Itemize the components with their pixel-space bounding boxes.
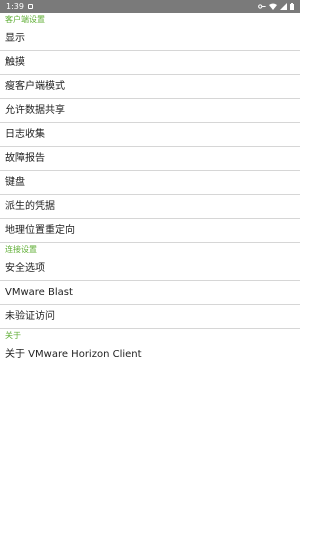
settings-list: 客户端设置 显示 触摸 瘦客户端模式 允许数据共享 日志收集 故障报告 键盘 派… — [0, 13, 300, 367]
setting-item-thin-client-mode[interactable]: 瘦客户端模式 — [0, 75, 300, 99]
section-header-client-settings: 客户端设置 — [5, 15, 45, 24]
notification-icon — [27, 4, 33, 9]
status-bar-right — [258, 3, 294, 10]
status-time: 1:39 — [6, 2, 24, 11]
wifi-icon — [269, 3, 277, 10]
setting-item-unauthenticated-access[interactable]: 未验证访问 — [0, 305, 300, 329]
setting-item-crash-report[interactable]: 故障报告 — [0, 147, 300, 171]
setting-item-derived-credentials[interactable]: 派生的凭据 — [0, 195, 300, 219]
section-header-about: 关于 — [5, 331, 21, 340]
status-bar: 1:39 — [0, 0, 300, 13]
signal-icon — [280, 3, 287, 10]
setting-item-touch[interactable]: 触摸 — [0, 51, 300, 75]
key-icon — [258, 3, 266, 10]
section-header-connection-settings: 连接设置 — [5, 245, 37, 254]
status-bar-left: 1:39 — [6, 2, 33, 11]
setting-item-allow-data-sharing[interactable]: 允许数据共享 — [0, 99, 300, 123]
battery-icon — [290, 3, 294, 10]
setting-item-display[interactable]: 显示 — [0, 27, 300, 51]
setting-item-security-options[interactable]: 安全选项 — [0, 257, 300, 281]
setting-item-geolocation-redirect[interactable]: 地理位置重定向 — [0, 219, 300, 243]
setting-item-keyboard[interactable]: 键盘 — [0, 171, 300, 195]
setting-item-log-collection[interactable]: 日志收集 — [0, 123, 300, 147]
setting-item-vmware-blast[interactable]: VMware Blast — [0, 281, 300, 305]
setting-item-about-client[interactable]: 关于 VMware Horizon Client — [0, 343, 300, 367]
